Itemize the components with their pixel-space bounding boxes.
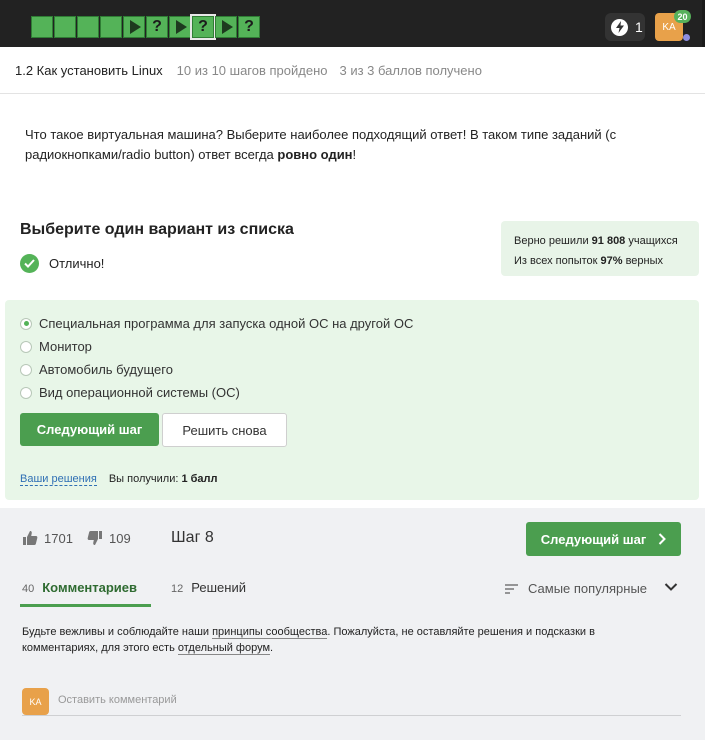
- received-score: Вы получили: 1 балл: [109, 473, 218, 486]
- radio-button[interactable]: [20, 317, 32, 330]
- attempts-prefix: Из всех попыток: [514, 255, 601, 267]
- next-step-label: Следующий шаг: [540, 531, 647, 547]
- solutions-row: Ваши решения Вы получили: 1 балл: [20, 473, 218, 486]
- step-10-quiz[interactable]: ?: [238, 16, 260, 38]
- solve-statistics: Верно решили 91 808 учащихся Из всех поп…: [501, 221, 699, 276]
- play-icon: [222, 20, 233, 34]
- solved-suffix: учащихся: [625, 235, 678, 247]
- community-notice: Будьте вежливы и соблюдайте наши принцип…: [22, 624, 662, 656]
- lesson-steps: ? ? ?: [31, 14, 260, 40]
- radio-button[interactable]: [20, 386, 32, 399]
- score-progress: 3 из 3 баллов получено: [339, 62, 482, 78]
- step-9-video[interactable]: [215, 16, 237, 38]
- user-avatar: KA: [22, 688, 49, 715]
- thumbs-up-icon: [23, 531, 38, 545]
- attempts-percent: 97%: [600, 255, 623, 267]
- discussion-tabs: 40 Комментариев 12 Решений: [20, 580, 248, 607]
- steps-progress: 10 из 10 шагов пройдено: [176, 62, 328, 78]
- step-number: Шаг 8: [171, 529, 214, 546]
- tab-count: 40: [22, 583, 35, 595]
- attempts-line: Из всех попыток 97% верных: [514, 251, 699, 271]
- avatar-initials: KA: [29, 696, 42, 707]
- question-text-bold: ровно один: [277, 147, 353, 162]
- result-status: Отлично!: [20, 254, 104, 273]
- notice-part3: .: [270, 642, 274, 654]
- community-rules-link[interactable]: принципы сообщества: [212, 626, 328, 639]
- notifications-badge[interactable]: 20: [674, 10, 691, 23]
- option-1[interactable]: Специальная программа для запуска одной …: [20, 312, 413, 335]
- step-3-solved[interactable]: [77, 16, 99, 38]
- received-prefix: Вы получили:: [108, 473, 182, 485]
- play-icon: [130, 20, 141, 34]
- question-text-part2: !: [352, 147, 357, 162]
- dislikes-count: 109: [109, 530, 131, 546]
- answer-panel: Специальная программа для запуска одной …: [5, 300, 699, 500]
- step-4-solved[interactable]: [100, 16, 122, 38]
- task-title: Выберите один вариант из списка: [20, 221, 294, 238]
- option-label: Специальная программа для запуска одной …: [39, 316, 414, 331]
- sort-label: Самые популярные: [528, 581, 648, 596]
- step-8-quiz-current[interactable]: ?: [190, 14, 216, 40]
- radio-selected-dot: [23, 321, 29, 326]
- step-5-video[interactable]: [123, 16, 145, 38]
- solved-count: 91 808: [591, 235, 626, 247]
- discussion-section: 1701 109 Шаг 8 Следующий шаг 40 Коммента…: [0, 508, 705, 740]
- solved-count-line: Верно решили 91 808 учащихся: [514, 231, 699, 251]
- energy-count: 1: [635, 19, 643, 35]
- sort-lines-icon: [505, 583, 518, 594]
- attempts-suffix: верных: [622, 255, 664, 267]
- question-mark-icon: ?: [198, 18, 208, 35]
- tab-solutions[interactable]: 12 Решений: [169, 580, 248, 607]
- chevron-right-icon: [659, 533, 667, 545]
- option-label: Автомобиль будущего: [39, 362, 173, 377]
- step-7-video[interactable]: [169, 16, 191, 38]
- separate-forum-link[interactable]: отдельный форум: [177, 642, 271, 655]
- status-dot: [683, 34, 690, 41]
- step-6-quiz[interactable]: ?: [146, 16, 168, 38]
- lesson-header: 1.2 Как установить Linux 10 из 10 шагов …: [0, 47, 705, 94]
- sort-dropdown[interactable]: Самые популярные: [505, 581, 647, 596]
- step-2-solved[interactable]: [54, 16, 76, 38]
- tab-label: Решений: [191, 580, 246, 595]
- chevron-down-icon[interactable]: [664, 582, 678, 592]
- dislike-button[interactable]: 109: [87, 530, 131, 546]
- solved-prefix: Верно решили: [514, 235, 592, 247]
- option-3[interactable]: Автомобиль будущего: [20, 358, 413, 381]
- avatar-initials: KA: [662, 21, 676, 33]
- top-navigation-bar: ? ? ? 1 KA 20: [0, 0, 705, 47]
- next-step-button[interactable]: Следующий шаг: [20, 413, 159, 446]
- radio-button[interactable]: [20, 340, 32, 353]
- comment-input[interactable]: Оставить комментарий: [58, 694, 177, 706]
- play-icon: [176, 20, 187, 34]
- option-2[interactable]: Монитор: [20, 335, 413, 358]
- received-value: 1 балл: [181, 473, 218, 485]
- like-button[interactable]: 1701: [22, 530, 73, 546]
- thumbs-down-icon: [87, 531, 102, 545]
- question-text: Что такое виртуальная машина? Выберите н…: [25, 125, 665, 165]
- step-1-solved[interactable]: [31, 16, 53, 38]
- notice-part1: Будьте вежливы и соблюдайте наши: [22, 626, 213, 638]
- retry-button[interactable]: Решить снова: [162, 413, 287, 447]
- option-label: Монитор: [39, 339, 92, 354]
- comment-input-row: KA Оставить комментарий: [22, 688, 681, 716]
- radio-button[interactable]: [20, 363, 32, 376]
- next-step-button-footer[interactable]: Следующий шаг: [526, 522, 681, 556]
- tab-label: Комментариев: [42, 580, 138, 595]
- answer-options: Специальная программа для запуска одной …: [20, 312, 413, 404]
- checkmark-icon: [20, 254, 39, 273]
- lightning-icon: [611, 18, 628, 36]
- energy-counter[interactable]: 1: [605, 13, 645, 41]
- result-text: Отлично!: [49, 256, 105, 271]
- tab-count: 12: [171, 583, 184, 595]
- likes-count: 1701: [44, 530, 73, 546]
- option-label: Вид операционной системы (ОС): [39, 385, 240, 400]
- question-mark-icon: ?: [152, 18, 162, 35]
- lesson-title: 1.2 Как установить Linux: [15, 62, 163, 78]
- tab-comments[interactable]: 40 Комментариев: [20, 580, 152, 607]
- question-mark-icon: ?: [244, 18, 254, 35]
- your-solutions-link[interactable]: Ваши решения: [20, 473, 97, 486]
- option-4[interactable]: Вид операционной системы (ОС): [20, 381, 413, 404]
